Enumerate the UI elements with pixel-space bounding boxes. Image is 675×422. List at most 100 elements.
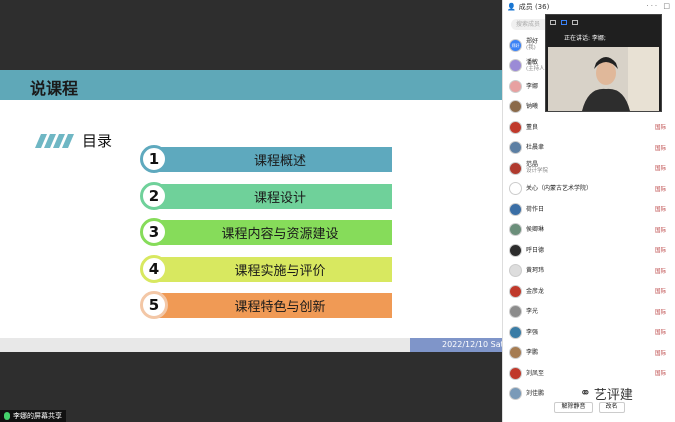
avatar (509, 100, 522, 113)
microphone-icon (4, 412, 10, 420)
member-status: 国际 (654, 166, 666, 172)
member-name: 董良 (526, 124, 538, 131)
member-item[interactable]: 范晶 设计学院 国际 (509, 159, 674, 177)
member-name: 郑好 (我) (526, 38, 538, 52)
watermark-text: 艺评建 (593, 388, 633, 403)
avatar: 郑好 (509, 38, 522, 52)
avatar (509, 223, 522, 236)
avatar (509, 284, 522, 298)
member-role: (主持人) (526, 65, 547, 72)
member-name: 呼日德 (526, 247, 544, 254)
member-status: 国际 (654, 207, 666, 213)
screen-share-indicator[interactable]: 李娜的屏幕共享 (0, 410, 66, 422)
member-name: 金彦龙 (526, 288, 544, 295)
member-name: 关心（内蒙古艺术学院） (526, 185, 592, 192)
avatar (509, 305, 522, 318)
member-name-text: 郑好 (526, 38, 539, 45)
speaking-indicator: 正在讲话: 李娜; (564, 35, 606, 42)
member-item[interactable]: 荷作日 国际 (509, 200, 674, 218)
member-name-text: 刘凤至 (526, 369, 545, 377)
member-name-text: 侯卿琳 (526, 226, 545, 233)
member-item[interactable]: 李强 国际 (509, 323, 674, 341)
unmute-button[interactable]: 解除静音 (554, 402, 593, 413)
toc-item: 课程设计 2 (140, 181, 392, 210)
member-item[interactable]: 杜晨聿 国际 (509, 139, 674, 157)
slide-footer: 2022/12/10 Satu (0, 338, 502, 352)
shared-screen: 说课程 目录 课程概述 1 课程设计 2 课程内容与资源建设 3 课程实施与评价 4 课程特色与… (0, 0, 502, 422)
toc-item: 课程特色与创新 5 (140, 291, 392, 319)
member-status: 国际 (654, 309, 666, 316)
member-status: 国际 (654, 268, 666, 275)
members-count-label: 成员 (36) (518, 3, 550, 11)
slide-title: 说课程 (30, 79, 79, 98)
member-status: 国际 (654, 186, 666, 193)
member-status: 国际 (654, 248, 666, 254)
stripes-decoration-icon (35, 134, 74, 148)
member-name-text: 金彦龙 (526, 287, 545, 295)
avatar (509, 325, 522, 339)
member-item[interactable]: 关心（内蒙古艺术学院） 国际 (509, 180, 674, 198)
member-role: 设计学院 (526, 168, 549, 174)
member-status: 国际 (654, 125, 666, 131)
member-item[interactable]: 董良 国际 (509, 118, 674, 136)
member-name: 李光 (526, 308, 538, 315)
member-name: 李鹏 (526, 349, 538, 356)
member-name-text: 钠曦 (526, 103, 539, 110)
wechat-icon: ⚭ (580, 386, 591, 401)
member-name: 杜晨聿 (526, 144, 544, 151)
member-status: 国际 (654, 330, 666, 336)
toc-item: 课程概述 1 (140, 145, 392, 173)
people-icon: 👤 (507, 3, 516, 11)
member-item[interactable]: 金彦龙 国际 (509, 282, 674, 300)
member-item[interactable]: 侯卿琳 国际 (509, 221, 674, 239)
member-item[interactable]: 呼日德 国际 (509, 241, 674, 259)
member-name-text: 李鹏 (526, 349, 539, 356)
member-name-text: 李强 (526, 328, 539, 336)
member-name-text: 杜晨聿 (526, 144, 545, 151)
member-name: 荷作日 (526, 206, 544, 213)
toc-number: 4 (140, 254, 168, 283)
member-name: 潘敏 (主持人) (526, 59, 547, 73)
gallery-view-icon[interactable] (550, 19, 556, 25)
toc-number: 1 (140, 145, 168, 173)
speaker-video-feed: 李娜 (548, 47, 659, 111)
member-name: 黄珂玮 (526, 267, 544, 274)
toc-number: 2 (140, 181, 168, 210)
avatar (509, 182, 522, 195)
window-controls[interactable]: ··· □ (646, 2, 672, 10)
toc-label: 课程概述 (154, 147, 392, 172)
member-name: 李强 (526, 329, 538, 336)
avatar (509, 366, 522, 380)
member-name-text: 李娜 (526, 82, 539, 90)
member-name-text: 荷作日 (526, 205, 545, 213)
member-name-text: 范晶 (526, 161, 539, 168)
member-item[interactable]: 刘凤至 国际 (509, 364, 674, 382)
member-status: 国际 (654, 145, 666, 152)
member-name-text: 董良 (526, 123, 539, 131)
member-name-text: 潘敏 (526, 58, 539, 66)
toc-label: 课程设计 (154, 183, 392, 209)
member-name-text: 刘佳鹏 (526, 390, 545, 397)
speaker-view-icon[interactable] (561, 19, 567, 25)
rename-button[interactable]: 改名 (598, 402, 625, 413)
member-item[interactable]: 李光 国际 (509, 303, 674, 321)
speaker-video-window[interactable]: 正在讲话: 李娜; 李娜 (545, 14, 662, 112)
member-item[interactable]: 李鹏 国际 (509, 344, 674, 362)
video-toolbar (546, 15, 661, 29)
list-view-icon[interactable] (572, 19, 578, 25)
member-status: 国际 (654, 289, 666, 295)
toc-number: 3 (140, 218, 168, 246)
toc-label: 课程实施与评价 (154, 256, 392, 282)
presentation-slide: 说课程 目录 课程概述 1 课程设计 2 课程内容与资源建设 3 课程实施与评价 4 课程特色与… (0, 70, 502, 352)
avatar (509, 59, 522, 72)
members-header: 👤 成员 (36) ··· □ (503, 0, 675, 14)
member-status: 国际 (654, 227, 666, 234)
toc-number: 5 (140, 291, 168, 319)
avatar (509, 243, 522, 257)
member-status: 国际 (654, 350, 666, 357)
avatar (509, 202, 522, 216)
member-item[interactable]: 黄珂玮 国际 (509, 262, 674, 280)
member-name-text: 呼日德 (526, 246, 545, 254)
member-name: 李娜 (526, 83, 538, 90)
member-name: 刘凤至 (526, 370, 544, 377)
